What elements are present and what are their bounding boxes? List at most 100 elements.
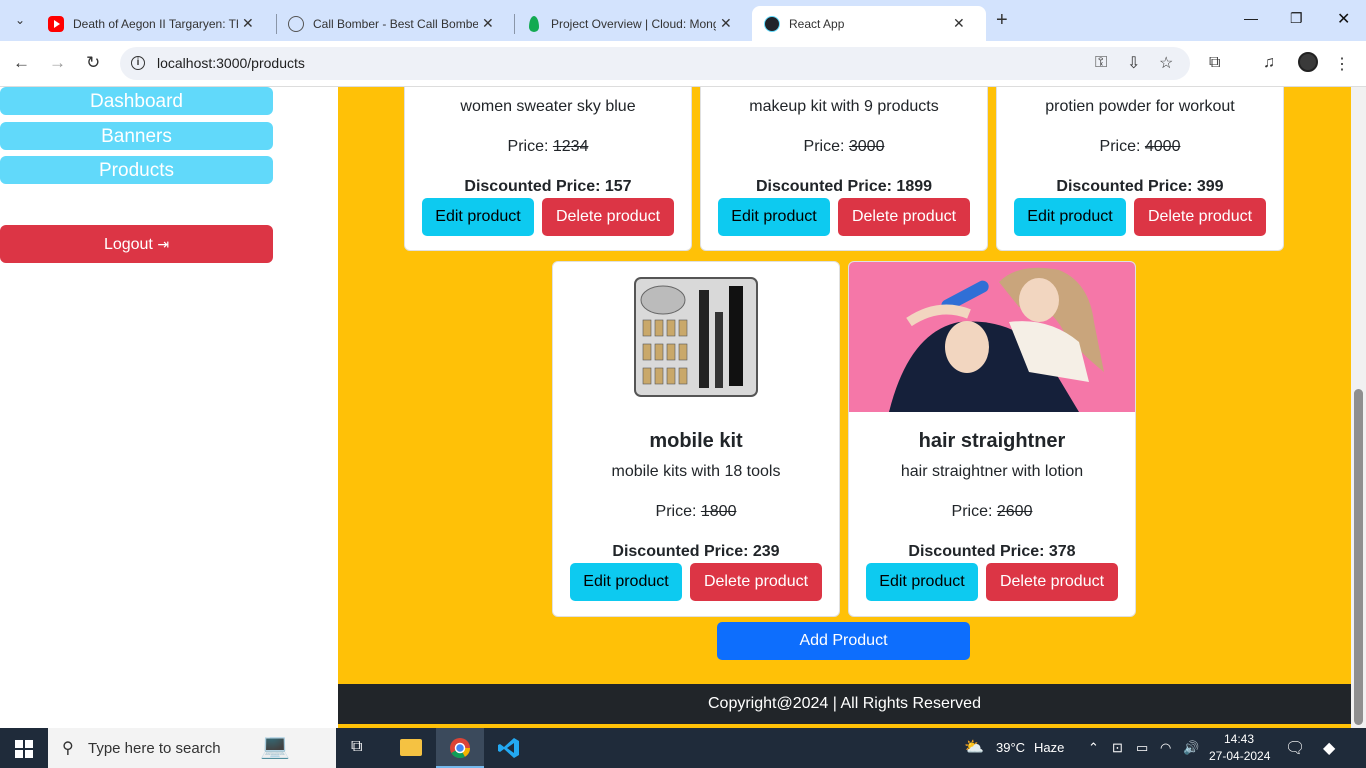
battery-icon[interactable]: ▭ — [1136, 740, 1148, 756]
product-card: mobile kit mobile kits with 18 tools Pri… — [552, 261, 840, 617]
discounted-price: Discounted Price: 378 — [908, 543, 1076, 560]
discounted-price: Discounted Price: 157 — [464, 178, 632, 195]
edit-product-button[interactable]: Edit product — [866, 563, 978, 601]
reload-icon[interactable]: ↻ — [86, 53, 100, 73]
original-price: 1800 — [700, 503, 737, 520]
chrome-taskbar-button[interactable] — [436, 728, 484, 768]
taskbar: ⚲ Type here to search 💻 ⧉ ⛅ 39°C Haze ⌃ … — [0, 728, 1366, 768]
edit-product-button[interactable]: Edit product — [718, 198, 830, 236]
volume-icon[interactable]: 🔊 — [1183, 740, 1199, 756]
url-text: localhost:3000/products — [157, 55, 305, 71]
hair-straightner-image — [849, 262, 1135, 412]
product-card: hair straightner hair straightner with l… — [848, 261, 1136, 617]
delete-product-button[interactable]: Delete product — [838, 198, 970, 236]
product-name: mobile kit — [649, 430, 743, 452]
search-icon: ⚲ — [62, 740, 74, 757]
file-explorer-icon[interactable] — [400, 739, 422, 756]
tab-mongodb[interactable]: Project Overview | Cloud: Mong ✕ — [514, 6, 752, 41]
close-tab-icon[interactable]: ✕ — [953, 15, 965, 32]
original-price: 4000 — [1144, 138, 1181, 155]
products-area: women sweater sky blue Price: 1234 Disco… — [338, 87, 1351, 684]
page-scrollbar[interactable] — [1351, 87, 1366, 728]
weather-text[interactable]: Haze — [1034, 740, 1064, 755]
price-label: Price: — [507, 138, 549, 155]
tab-react-app[interactable]: React App ✕ — [752, 6, 986, 41]
close-tab-icon[interactable]: ✕ — [482, 15, 494, 32]
address-bar[interactable]: i localhost:3000/products ⚿ ⇩ ☆ — [120, 47, 1190, 80]
clock-time[interactable]: 14:43 — [1224, 732, 1254, 746]
chrome-icon — [450, 738, 470, 758]
footer: Copyright@2024 | All Rights Reserved — [338, 684, 1351, 724]
minimize-icon[interactable]: — — [1244, 10, 1258, 26]
product-price: Price: 1234 — [405, 138, 691, 156]
new-tab-icon[interactable]: + — [996, 9, 1008, 32]
product-description: women sweater sky blue — [460, 98, 636, 115]
sidebar-item-dashboard[interactable]: Dashboard — [0, 87, 273, 115]
sidebar-item-banners[interactable]: Banners — [0, 122, 273, 150]
discounted-price: Discounted Price: 1899 — [755, 178, 933, 195]
back-icon[interactable]: ← — [13, 53, 30, 73]
vscode-icon[interactable] — [498, 737, 520, 759]
product-name: hair straightner — [918, 430, 1066, 452]
price-label: Price: — [951, 503, 993, 520]
edit-product-button[interactable]: Edit product — [422, 198, 534, 236]
original-price: 2600 — [996, 503, 1033, 520]
tab-title: Project Overview | Cloud: Mong — [551, 16, 716, 31]
extensions-icon[interactable]: ⧉ — [1209, 54, 1220, 72]
close-window-icon[interactable]: ✕ — [1337, 9, 1350, 29]
price-label: Price: — [1099, 138, 1141, 155]
edit-product-button[interactable]: Edit product — [570, 563, 682, 601]
product-price: Price: 2600 — [849, 503, 1135, 521]
product-price: Price: 4000 — [997, 138, 1283, 156]
password-key-icon[interactable]: ⚿ — [1095, 54, 1107, 72]
restore-icon[interactable]: ❐ — [1290, 10, 1303, 27]
show-hidden-icons-icon[interactable]: ⌃ — [1088, 740, 1099, 756]
copilot-icon[interactable]: ◆ — [1323, 738, 1335, 758]
original-price: 1234 — [552, 138, 589, 155]
product-description: protien powder for workout — [1045, 98, 1235, 115]
site-info-icon[interactable]: i — [131, 56, 145, 70]
scrollbar-thumb[interactable] — [1354, 389, 1363, 725]
logout-button[interactable]: Logout ⇥ — [0, 225, 273, 263]
close-tab-icon[interactable]: ✕ — [242, 15, 254, 32]
logout-icon: ⇥ — [157, 236, 170, 252]
tab-title: Call Bomber - Best Call Bomber — [313, 16, 478, 31]
product-card: women sweater sky blue Price: 1234 Disco… — [404, 87, 692, 251]
profile-avatar[interactable] — [1298, 52, 1318, 72]
windows-start-icon[interactable] — [15, 740, 33, 758]
media-control-icon[interactable]: ♫ — [1263, 54, 1275, 72]
mobile-kit-image — [634, 277, 758, 397]
clock-date[interactable]: 27-04-2024 — [1209, 749, 1270, 763]
close-tab-icon[interactable]: ✕ — [720, 15, 732, 32]
product-description: makeup kit with 9 products — [749, 98, 939, 115]
sidebar-item-products[interactable]: Products — [0, 156, 273, 184]
meet-now-icon[interactable]: ⊡ — [1112, 740, 1123, 756]
product-description: hair straightner with lotion — [900, 463, 1084, 480]
tab-strip: ⌄ Death of Aegon II Targaryen: Th ✕ Call… — [0, 0, 1366, 41]
bookmark-star-icon[interactable]: ☆ — [1159, 53, 1173, 73]
delete-product-button[interactable]: Delete product — [986, 563, 1118, 601]
edit-product-button[interactable]: Edit product — [1014, 198, 1126, 236]
forward-icon[interactable]: → — [49, 53, 66, 73]
weather-temp[interactable]: 39°C — [996, 740, 1025, 755]
youtube-icon — [48, 15, 64, 32]
delete-product-button[interactable]: Delete product — [690, 563, 822, 601]
product-card: protien powder for workout Price: 4000 D… — [996, 87, 1284, 251]
menu-dots-icon[interactable]: ⋮ — [1334, 54, 1350, 74]
wifi-icon[interactable]: ◠ — [1160, 740, 1171, 756]
tab-search-icon[interactable]: ⌄ — [8, 8, 32, 32]
search-placeholder: Type here to search — [88, 740, 221, 757]
weather-icon[interactable]: ⛅ — [964, 737, 984, 757]
tab-call-bomber[interactable]: Call Bomber - Best Call Bomber ✕ — [276, 6, 514, 41]
notifications-icon[interactable]: 🗨 — [1285, 738, 1305, 758]
taskbar-search[interactable]: ⚲ Type here to search 💻 — [48, 728, 336, 768]
original-price: 3000 — [848, 138, 885, 155]
task-view-icon[interactable]: ⧉ — [351, 738, 362, 756]
install-app-icon[interactable]: ⇩ — [1127, 53, 1140, 73]
tab-youtube[interactable]: Death of Aegon II Targaryen: Th ✕ — [36, 6, 274, 41]
globe-icon — [288, 15, 304, 32]
page-content: Dashboard Banners Products Logout ⇥ wome… — [0, 87, 1351, 728]
delete-product-button[interactable]: Delete product — [542, 198, 674, 236]
delete-product-button[interactable]: Delete product — [1134, 198, 1266, 236]
add-product-button[interactable]: Add Product — [717, 622, 970, 660]
